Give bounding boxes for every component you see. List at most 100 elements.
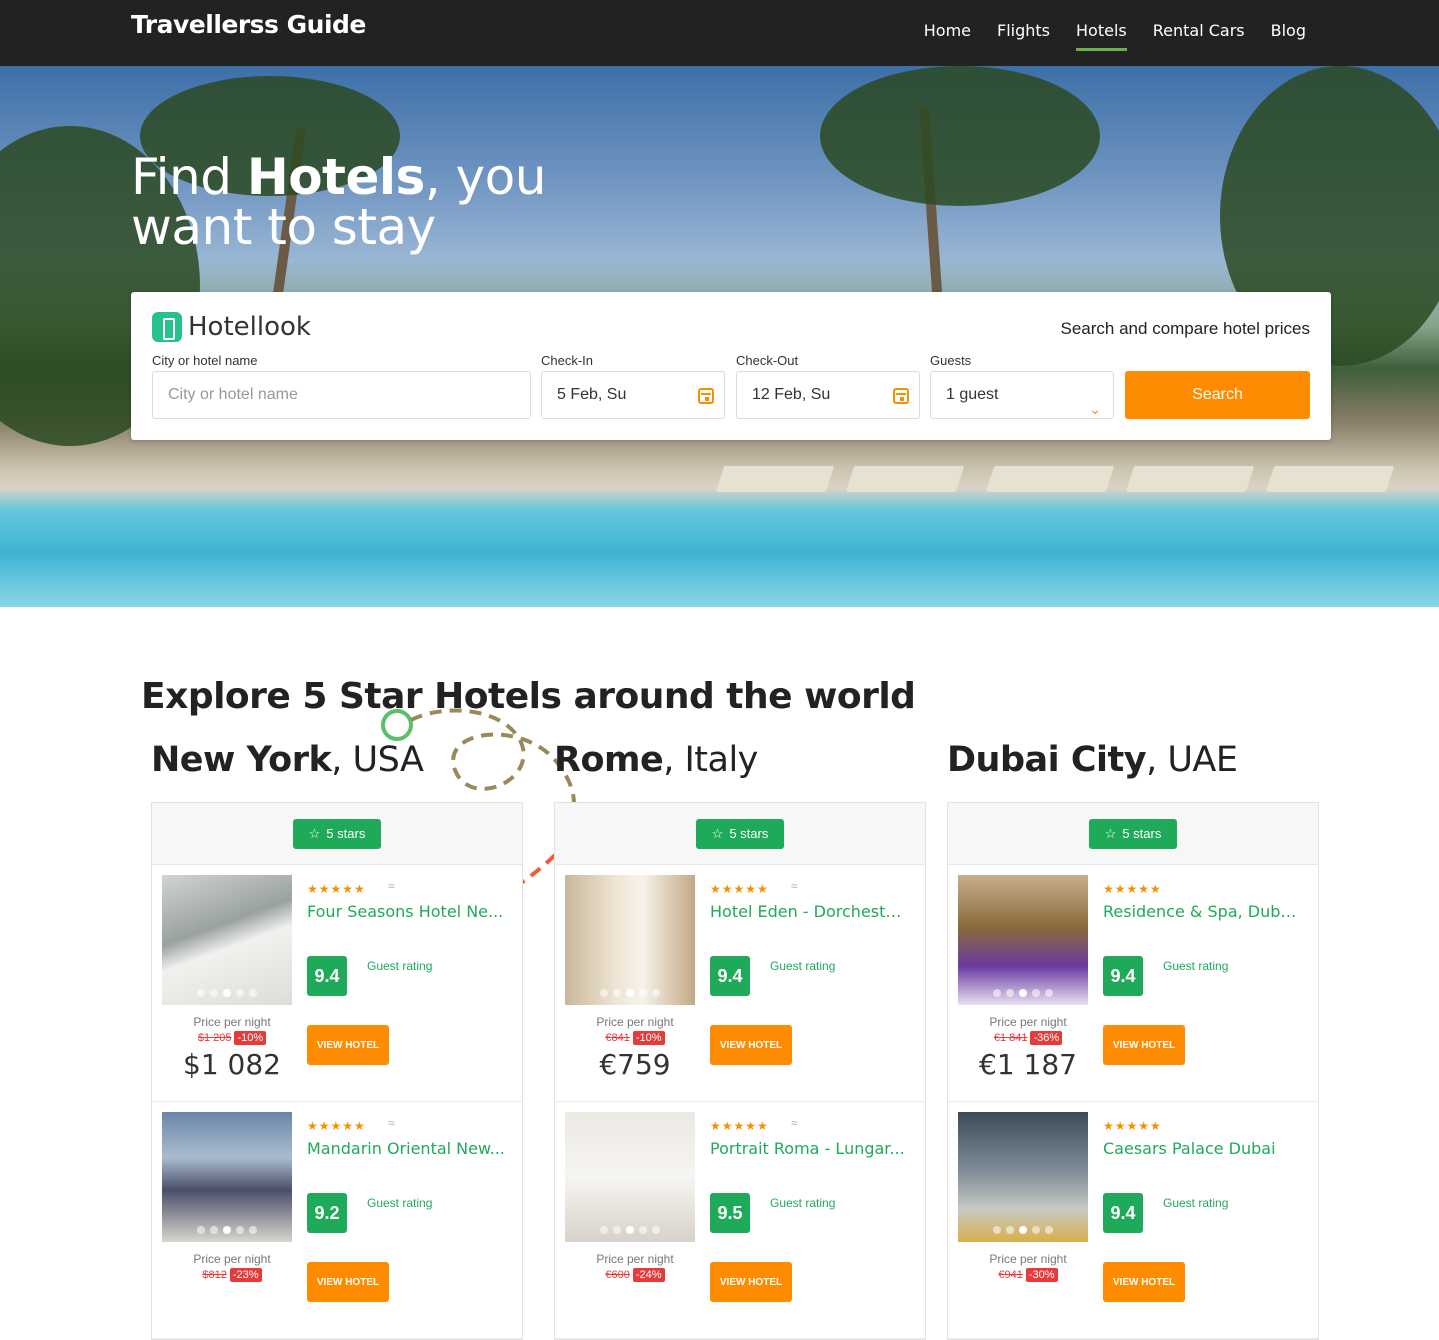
carousel-dot[interactable] bbox=[236, 1226, 244, 1234]
hotel-photo[interactable] bbox=[162, 1112, 292, 1242]
carousel-dot[interactable] bbox=[613, 1226, 621, 1234]
hotel-item: ★★★★★ ≈ Mandarin Oriental New... 9.2 Gue… bbox=[152, 1102, 522, 1339]
site-logo[interactable]: Travellerss Guide bbox=[131, 10, 366, 39]
stars-filter-badge[interactable]: ☆ 5 stars bbox=[1088, 818, 1178, 849]
stars-filter-badge[interactable]: ☆ 5 stars bbox=[695, 818, 785, 849]
carousel-dot[interactable] bbox=[1045, 1226, 1053, 1234]
current-price: $1 082 bbox=[183, 1048, 281, 1081]
carousel-dot[interactable] bbox=[600, 989, 608, 997]
carousel-dot[interactable] bbox=[993, 989, 1001, 997]
hotellook-icon bbox=[152, 312, 182, 342]
carousel-dot[interactable] bbox=[223, 989, 231, 997]
carousel-dot[interactable] bbox=[1006, 989, 1014, 997]
carousel-dot[interactable] bbox=[1045, 989, 1053, 997]
carousel-dot[interactable] bbox=[1006, 1226, 1014, 1234]
carousel-dot[interactable] bbox=[613, 989, 621, 997]
section-title: Explore 5 Star Hotels around the world bbox=[141, 676, 916, 717]
carousel-dot[interactable] bbox=[197, 1226, 205, 1234]
hotel-photo[interactable] bbox=[565, 1112, 695, 1242]
carousel-dot[interactable] bbox=[1019, 989, 1027, 997]
hotel-photo[interactable] bbox=[565, 875, 695, 1005]
nav-blog[interactable]: Blog bbox=[1258, 0, 1319, 66]
carousel-dot[interactable] bbox=[210, 1226, 218, 1234]
hotel-item: ★★★★★ ≈ Portrait Roma - Lungar... 9.5 Gu… bbox=[555, 1102, 925, 1339]
guests-label: Guests bbox=[930, 353, 972, 368]
search-button[interactable]: Search bbox=[1125, 371, 1310, 419]
hotel-list-card: ☆ 5 stars ★★★★★ Residence & Spa, Dubai...… bbox=[947, 802, 1319, 1340]
star-rating: ★★★★★ bbox=[1103, 1119, 1162, 1133]
view-hotel-button[interactable]: VIEW HOTEL bbox=[1103, 1262, 1185, 1302]
stars-filter-badge[interactable]: ☆ 5 stars bbox=[292, 818, 382, 849]
hotel-name-link[interactable]: Portrait Roma - Lungar... bbox=[710, 1139, 910, 1158]
card-header: ☆ 5 stars bbox=[948, 803, 1318, 865]
carousel-dots bbox=[958, 989, 1088, 997]
carousel-dot[interactable] bbox=[249, 989, 257, 997]
carousel-dot[interactable] bbox=[1019, 1226, 1027, 1234]
discount-badge: -36% bbox=[1030, 1031, 1063, 1045]
checkin-value: 5 Feb, Su bbox=[557, 386, 627, 403]
checkin-field[interactable]: 5 Feb, Su bbox=[541, 371, 725, 419]
guests-value: 1 guest bbox=[946, 386, 999, 403]
view-hotel-button[interactable]: VIEW HOTEL bbox=[710, 1262, 792, 1302]
carousel-dots bbox=[958, 1226, 1088, 1234]
nav-flights[interactable]: Flights bbox=[984, 0, 1063, 66]
price-per-night-label: Price per night bbox=[596, 1252, 674, 1266]
carousel-dot[interactable] bbox=[639, 1226, 647, 1234]
view-hotel-button[interactable]: VIEW HOTEL bbox=[307, 1262, 389, 1302]
carousel-dot[interactable] bbox=[600, 1226, 608, 1234]
carousel-dot[interactable] bbox=[1032, 989, 1040, 997]
carousel-dot[interactable] bbox=[249, 1226, 257, 1234]
guest-score: 9.4 bbox=[710, 956, 750, 996]
carousel-dot[interactable] bbox=[652, 989, 660, 997]
checkout-field[interactable]: 12 Feb, Su bbox=[736, 371, 920, 419]
hotel-name-link[interactable]: Residence & Spa, Dubai... bbox=[1103, 902, 1303, 921]
hotel-name-link[interactable]: Caesars Palace Dubai bbox=[1103, 1139, 1303, 1158]
palm-foliage bbox=[820, 66, 1100, 206]
carousel-dot[interactable] bbox=[223, 1226, 231, 1234]
nav-home[interactable]: Home bbox=[911, 0, 984, 66]
hotel-photo[interactable] bbox=[162, 875, 292, 1005]
hero-title: Find Hotels, you want to stay bbox=[131, 148, 546, 256]
hotel-name-link[interactable]: Hotel Eden - Dorchester... bbox=[710, 902, 910, 921]
carousel-dot[interactable] bbox=[639, 989, 647, 997]
carousel-dot[interactable] bbox=[1032, 1226, 1040, 1234]
carousel-dot[interactable] bbox=[210, 989, 218, 997]
carousel-dot[interactable] bbox=[993, 1226, 1001, 1234]
carousel-dots bbox=[565, 989, 695, 997]
carousel-dot[interactable] bbox=[236, 989, 244, 997]
guest-rating-label: Guest rating bbox=[367, 1196, 433, 1210]
hotel-name-link[interactable]: Mandarin Oriental New... bbox=[307, 1139, 507, 1158]
carousel-dot[interactable] bbox=[626, 1226, 634, 1234]
nav-hotels[interactable]: Hotels bbox=[1063, 0, 1140, 66]
hotel-name-link[interactable]: Four Seasons Hotel Ne... bbox=[307, 902, 507, 921]
guests-select[interactable]: 1 guest ⌄ bbox=[930, 371, 1114, 419]
view-hotel-button[interactable]: VIEW HOTEL bbox=[1103, 1025, 1185, 1065]
card-header: ☆ 5 stars bbox=[152, 803, 522, 865]
price-per-night-label: Price per night bbox=[989, 1252, 1067, 1266]
city-title: Dubai City, UAE bbox=[947, 740, 1238, 780]
guest-rating-label: Guest rating bbox=[1163, 1196, 1229, 1210]
wifi-icon: ≈ bbox=[791, 879, 798, 893]
chevron-down-icon: ⌄ bbox=[1089, 401, 1101, 417]
guest-score: 9.2 bbox=[307, 1193, 347, 1233]
carousel-dots bbox=[162, 1226, 292, 1234]
guest-rating-label: Guest rating bbox=[770, 959, 836, 973]
view-hotel-button[interactable]: VIEW HOTEL bbox=[307, 1025, 389, 1065]
hotel-photo[interactable] bbox=[958, 875, 1088, 1005]
city-title: Rome, Italy bbox=[554, 740, 758, 780]
hotel-photo[interactable] bbox=[958, 1112, 1088, 1242]
discount-badge: -30% bbox=[1025, 1268, 1058, 1282]
city-input[interactable]: City or hotel name bbox=[152, 371, 531, 419]
price-per-night-label: Price per night bbox=[193, 1252, 271, 1266]
guest-score: 9.5 bbox=[710, 1193, 750, 1233]
carousel-dot[interactable] bbox=[652, 1226, 660, 1234]
nav-rental-cars[interactable]: Rental Cars bbox=[1140, 0, 1258, 66]
hotel-item: ★★★★★ Caesars Palace Dubai 9.4 Guest rat… bbox=[948, 1102, 1318, 1339]
carousel-dot[interactable] bbox=[197, 989, 205, 997]
carousel-dot[interactable] bbox=[626, 989, 634, 997]
calendar-icon bbox=[893, 388, 909, 404]
view-hotel-button[interactable]: VIEW HOTEL bbox=[710, 1025, 792, 1065]
hotellook-logo: Hotellook bbox=[152, 312, 311, 342]
star-rating: ★★★★★ bbox=[710, 1119, 769, 1133]
old-price: €841 -10% bbox=[565, 1031, 705, 1045]
